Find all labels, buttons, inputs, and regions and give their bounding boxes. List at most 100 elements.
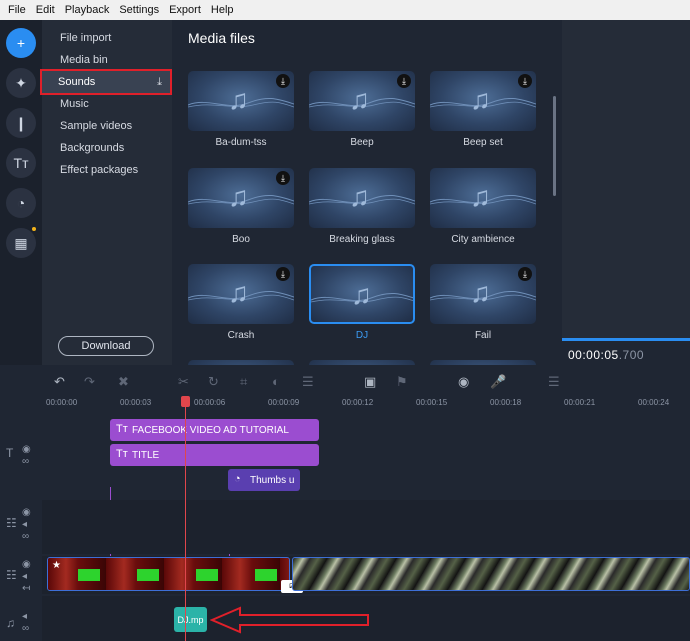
category-label: Sample videos <box>60 120 133 132</box>
playhead-handle[interactable] <box>181 396 190 407</box>
titles-icon[interactable]: Tᴛ <box>6 148 36 178</box>
magic-wand-icon[interactable]: ✦ <box>6 68 36 98</box>
timecode-ms: .700 <box>618 348 645 362</box>
grid-icon[interactable]: ☰ <box>548 374 560 390</box>
sound-tile[interactable]: ♫ ⤓ <box>430 71 536 131</box>
clip-properties-icon[interactable]: ▣ <box>364 374 376 390</box>
sound-tile[interactable]: ♫ <box>309 264 415 324</box>
sound-tile[interactable] <box>188 360 294 365</box>
preview-progress[interactable] <box>562 338 690 341</box>
ruler-tick: 00:00:18 <box>490 398 522 407</box>
download-icon[interactable]: ⤓ <box>518 267 532 281</box>
volume-icon[interactable]: ◂ <box>22 571 27 582</box>
category-list: File import Media bin Sounds ⤓ Music Samp… <box>40 20 172 365</box>
import-icon[interactable]: + <box>6 28 36 58</box>
video-track-icon: ☷ <box>6 568 17 582</box>
microphone-icon[interactable]: 🎤 <box>490 374 506 390</box>
media-scrollbar[interactable] <box>553 96 556 196</box>
webcam-icon[interactable]: ◉ <box>458 374 469 390</box>
music-note-icon: ♫ <box>351 279 372 310</box>
category-sample-videos[interactable]: Sample videos <box>42 115 172 137</box>
video-clip-red[interactable]: ★ <box>47 557 290 591</box>
title-clip-title[interactable]: Tᴛ TITLE <box>110 444 319 466</box>
audio-clip[interactable]: DJ.mp <box>174 607 207 632</box>
menu-edit[interactable]: Edit <box>36 4 55 16</box>
timeline-ruler[interactable]: 00:00:00 00:00:03 00:00:06 00:00:09 00:00:12… <box>0 396 690 412</box>
category-sounds[interactable]: Sounds ⤓ <box>40 69 172 95</box>
link-icon[interactable]: ↤ <box>22 583 30 594</box>
sound-tile[interactable]: ♫ ⤓ <box>188 168 294 228</box>
volume-icon[interactable]: ◂ <box>22 611 27 622</box>
properties-icon[interactable]: ☰ <box>302 374 314 390</box>
download-button[interactable]: Download <box>58 336 154 356</box>
visibility-icon[interactable]: ◉ <box>22 444 31 455</box>
category-label: Media bin <box>60 54 108 66</box>
crop-icon[interactable]: ⌗ <box>240 374 247 390</box>
category-media-bin[interactable]: Media bin <box>42 49 172 71</box>
video-clip-money[interactable] <box>292 557 690 591</box>
playhead[interactable] <box>185 396 186 641</box>
menu-export[interactable]: Export <box>169 4 201 16</box>
sound-label: Boo <box>232 234 250 245</box>
sticker-icon: ◔ <box>234 473 241 485</box>
stickers-icon[interactable]: ◔ <box>6 188 36 218</box>
trash-icon[interactable]: ✖ <box>118 374 129 390</box>
sticker-clip[interactable]: ◔ Thumbs u <box>228 469 300 491</box>
media-title: Media files <box>188 30 255 46</box>
clip-label: DJ.mp <box>177 614 204 625</box>
transitions-icon[interactable]: ❙ <box>6 108 36 138</box>
link-icon[interactable]: ∞ <box>22 531 29 542</box>
cut-icon[interactable]: ✂ <box>178 374 189 390</box>
marker-icon[interactable]: ⚑ <box>396 374 408 390</box>
color-adjust-icon[interactable]: ◐ <box>272 374 280 389</box>
overlay-track-icon: ☷ <box>6 516 17 530</box>
green-frame <box>196 569 218 581</box>
undo-icon[interactable]: ↶ <box>54 374 65 390</box>
overlay-track <box>42 500 690 554</box>
link-icon[interactable]: ∞ <box>22 623 29 634</box>
category-file-import[interactable]: File import <box>42 27 172 49</box>
music-note-icon: ♫ <box>470 84 491 115</box>
download-icon[interactable]: ⤓ <box>518 74 532 88</box>
sound-label: Crash <box>227 330 255 341</box>
visibility-icon[interactable]: ◉ <box>22 559 31 570</box>
category-backgrounds[interactable]: Backgrounds <box>42 137 172 159</box>
sound-tile[interactable]: ♫ ⤓ <box>309 71 415 131</box>
link-icon[interactable]: ∞ <box>22 456 29 467</box>
sound-tile[interactable]: ♫ ⤓ <box>188 71 294 131</box>
clip-label: FACEBOOK VIDEO AD TUTORIAL <box>132 424 289 436</box>
category-effect-packages[interactable]: Effect packages <box>42 159 172 181</box>
redo-icon[interactable]: ↷ <box>84 374 95 390</box>
menu-playback[interactable]: Playback <box>65 4 110 16</box>
download-icon[interactable]: ⤓ <box>276 74 290 88</box>
category-music[interactable]: Music <box>42 93 172 115</box>
sound-label: Beep <box>350 137 374 148</box>
green-frame <box>137 569 159 581</box>
sound-tile[interactable] <box>309 360 415 365</box>
more-tools-icon[interactable]: ▦ <box>6 228 36 258</box>
timeline-toolbar: ↶ ↷ ✖ ✂ ↻ ⌗ ◐ ☰ ▣ ⚑ ◉ 🎤 ☰ <box>0 370 690 396</box>
ruler-tick: 00:00:06 <box>194 398 226 407</box>
sound-tile[interactable] <box>430 360 536 365</box>
category-label: Sounds <box>58 76 96 88</box>
download-icon[interactable]: ⤓ <box>397 74 411 88</box>
menu-settings[interactable]: Settings <box>119 4 159 16</box>
download-icon[interactable]: ⤓ <box>276 267 290 281</box>
title-clip-facebook[interactable]: Tᴛ FACEBOOK VIDEO AD TUTORIAL <box>110 419 319 441</box>
visibility-icon[interactable]: ◉ <box>22 507 31 518</box>
music-note-icon: ♫ <box>470 181 491 212</box>
sound-tile[interactable]: ♫ <box>309 168 415 228</box>
star-icon: ★ <box>52 560 61 571</box>
sound-tile[interactable]: ♫ ⤓ <box>188 264 294 324</box>
sound-tile[interactable]: ♫ <box>430 168 536 228</box>
download-icon[interactable]: ⤓ <box>276 171 290 185</box>
menu-file[interactable]: File <box>8 4 26 16</box>
sound-tile[interactable]: ♫ ⤓ <box>430 264 536 324</box>
title-clip-icon: Tᴛ <box>116 423 128 435</box>
ruler-tick: 00:00:12 <box>342 398 374 407</box>
rotate-icon[interactable]: ↻ <box>208 374 219 390</box>
volume-icon[interactable]: ◂ <box>22 519 27 530</box>
menu-help[interactable]: Help <box>211 4 234 16</box>
sound-label: City ambience <box>451 234 515 245</box>
sound-label: DJ <box>355 330 369 341</box>
